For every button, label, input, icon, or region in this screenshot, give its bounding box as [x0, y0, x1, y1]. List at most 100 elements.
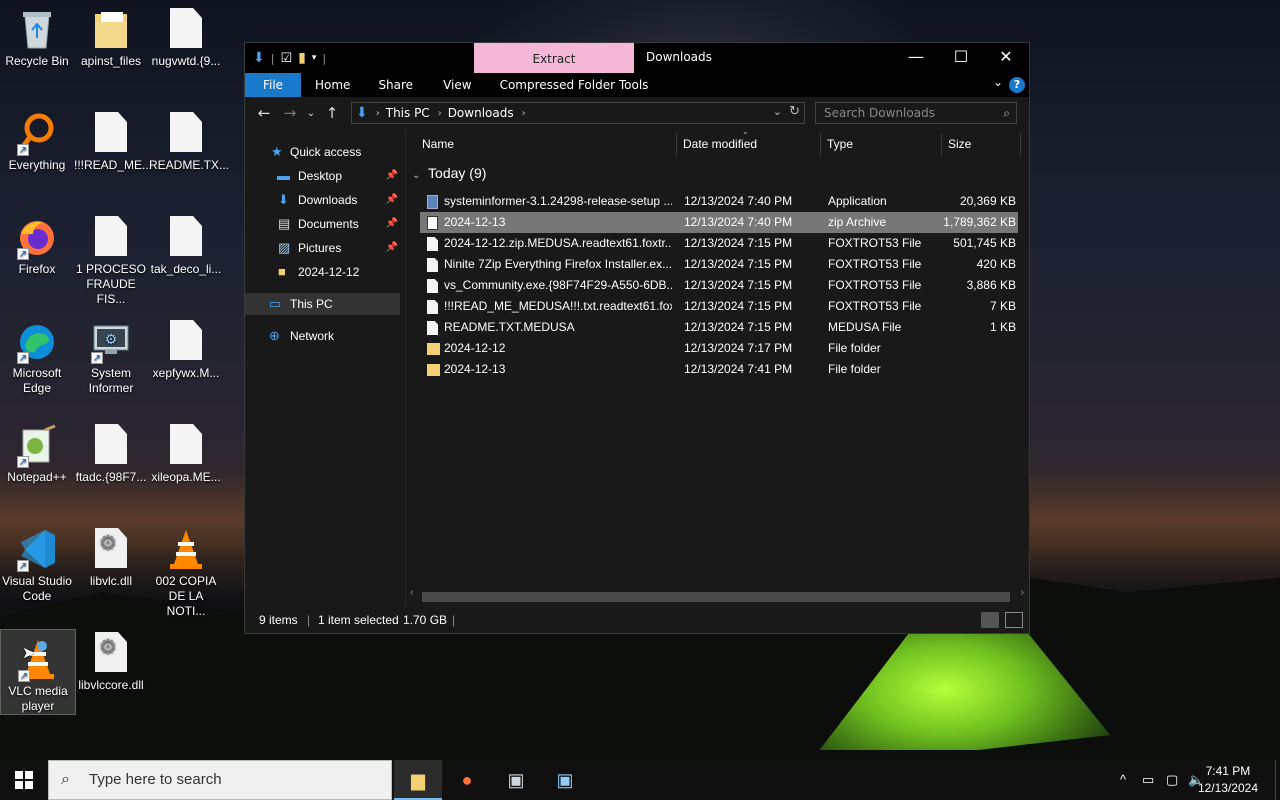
address-bar[interactable]: ⬇ › This PC › Downloads › ⌄ ↻ — [351, 102, 805, 124]
table-row[interactable]: Ninite 7Zip Everything Firefox Installer… — [420, 254, 1018, 275]
file-date-modified: 12/13/2024 7:15 PM — [684, 320, 793, 334]
help-icon[interactable]: ? — [1009, 77, 1025, 93]
file-icon — [427, 300, 438, 314]
table-row[interactable]: README.TXT.MEDUSA 12/13/2024 7:15 PM MEDUS… — [420, 317, 1018, 338]
table-row[interactable]: 2024-12-13 12/13/2024 7:41 PM File folder — [420, 359, 1018, 380]
nav-folder-2024-12-12[interactable]: ■ 2024-12-12 — [245, 261, 400, 283]
nav-documents[interactable]: ▤ Documents 📌 — [245, 213, 400, 235]
breadcrumb-this-pc[interactable]: This PC — [386, 106, 430, 120]
properties-icon[interactable]: ☑ — [280, 51, 292, 66]
taskbar-monitor-app[interactable]: ▣ — [541, 760, 589, 800]
tab-compressed-folder-tools[interactable]: Compressed Folder Tools — [488, 73, 661, 97]
desktop-icon-tak-deco[interactable]: tak_deco_li... — [149, 208, 223, 277]
desktop-icon-recycle-bin[interactable]: Recycle Bin — [0, 0, 74, 69]
breadcrumb-downloads[interactable]: Downloads — [448, 106, 514, 120]
desktop-icon-xepfywx[interactable]: xepfywx.M... — [149, 312, 223, 381]
desktop-icon-ftadc[interactable]: ftadc.{98F7... — [74, 416, 148, 485]
horizontal-scrollbar[interactable]: ‹ › — [408, 587, 1026, 603]
table-row[interactable]: systeminformer-3.1.24298-release-setup .… — [420, 191, 1018, 212]
taskbar-search-input[interactable]: ⌕ Type here to search — [48, 760, 392, 800]
desktop-icon-everything[interactable]: ↗ Everything — [0, 104, 74, 173]
blank-file-icon — [91, 216, 131, 258]
status-selected: 1 item selected — [318, 613, 399, 627]
back-button[interactable]: ← — [251, 104, 277, 122]
column-divider[interactable] — [820, 133, 821, 157]
file-date-modified: 12/13/2024 7:15 PM — [684, 278, 793, 292]
customize-chevron-icon[interactable]: ▾ — [312, 53, 317, 63]
column-divider[interactable] — [676, 133, 677, 157]
refresh-icon[interactable]: ↻ — [789, 104, 800, 119]
search-input[interactable]: Search Downloads ⌕ — [815, 102, 1017, 124]
maximize-button[interactable]: ☐ — [938, 43, 984, 73]
nav-network[interactable]: ⊕ Network — [245, 325, 400, 347]
desktop-icon-system-informer[interactable]: ⚙ ↗ System Informer — [74, 312, 148, 396]
new-folder-icon[interactable]: ▮ — [298, 50, 306, 66]
tab-file[interactable]: File — [245, 73, 301, 97]
collapse-chevron-icon[interactable]: ⌄ — [412, 170, 420, 181]
table-row[interactable]: 2024-12-12.zip.MEDUSA.readtext61.foxtr..… — [420, 233, 1018, 254]
nav-downloads[interactable]: ⬇ Downloads 📌 — [245, 189, 400, 211]
show-hidden-icons[interactable]: ^ — [1120, 760, 1126, 800]
desktop-icon-vscode[interactable]: ↗ Visual Studio Code — [0, 520, 74, 604]
close-button[interactable]: ✕ — [983, 43, 1029, 73]
nav-pictures[interactable]: ▨ Pictures 📌 — [245, 237, 400, 259]
table-row[interactable]: 2024-12-13 12/13/2024 7:40 PM zip Archive 1… — [420, 212, 1018, 233]
extract-context-tab[interactable]: Extract — [474, 43, 634, 73]
scroll-left-icon[interactable]: ‹ — [410, 587, 413, 598]
file-name: vs_Community.exe.{98F74F29-A550-6DB... — [444, 278, 672, 292]
status-item-count: 9 items — [259, 613, 298, 627]
nav-desktop[interactable]: ▬ Desktop 📌 — [245, 165, 400, 187]
taskbar-file-explorer[interactable]: ▆ — [394, 760, 442, 800]
nav-this-pc[interactable]: ▭ This PC — [245, 293, 400, 315]
tab-view[interactable]: View — [427, 73, 487, 97]
details-view-icon[interactable] — [981, 612, 999, 628]
start-button[interactable] — [0, 760, 48, 800]
desktop-icon-xileopa[interactable]: xileopa.ME... — [149, 416, 223, 485]
nav-quick-access[interactable]: ★ Quick access — [245, 141, 400, 163]
up-button[interactable]: ↑ — [319, 104, 345, 122]
file-type: FOXTROT53 File — [828, 257, 922, 271]
minimize-button[interactable]: — — [893, 43, 939, 73]
column-header-type[interactable]: Type — [827, 133, 853, 155]
desktop-icon-proceso-fraude[interactable]: 1 PROCESO FRAUDE FIS... — [74, 208, 148, 307]
desktop-icon-copia-noti[interactable]: 002 COPIA DE LA NOTI... — [149, 520, 223, 619]
expand-ribbon-chevron-icon[interactable]: ⌄ — [993, 75, 1003, 89]
shortcut-arrow-icon: ↗ — [17, 144, 29, 156]
file-explorer-window[interactable]: ⬇ | ☑ ▮ ▾ | Extract Downloads — ☐ ✕ File… — [244, 42, 1030, 634]
system-clock[interactable]: 7:41 PM 12/13/2024 — [1198, 763, 1258, 797]
column-header-name[interactable]: Name — [422, 133, 454, 155]
taskbar-firefox[interactable]: ● — [443, 760, 491, 800]
desktop-icon-vlc[interactable]: ↗ VLC media player — [0, 629, 76, 715]
desktop-icon-readme-txt[interactable]: README.TX... — [149, 104, 229, 173]
scroll-right-icon[interactable]: › — [1021, 587, 1024, 598]
desktop-icon-nugvwtd[interactable]: nugvwtd.{9... — [149, 0, 223, 69]
desktop-icon-apinst-files[interactable]: apinst_files — [74, 0, 148, 69]
desktop-icon-libvlccore[interactable]: libvlccore.dll — [74, 624, 148, 693]
large-icons-view-icon[interactable] — [1005, 612, 1023, 628]
desktop-icon-libvlc[interactable]: libvlc.dll — [74, 520, 148, 589]
desktop-icon-notepad-plus-plus[interactable]: ↗ Notepad++ — [0, 416, 74, 485]
tab-share[interactable]: Share — [364, 73, 427, 97]
scrollbar-thumb[interactable] — [422, 592, 1010, 602]
forward-button[interactable]: → — [277, 104, 303, 122]
taskbar-system-informer[interactable]: ▣ — [492, 760, 540, 800]
table-row[interactable]: 2024-12-12 12/13/2024 7:17 PM File folder — [420, 338, 1018, 359]
tray-device-icon[interactable]: ▭ — [1142, 760, 1154, 800]
table-row[interactable]: !!!READ_ME_MEDUSA!!!.txt.readtext61.fox.… — [420, 296, 1018, 317]
desktop-icon-firefox[interactable]: ↗ Firefox — [0, 208, 74, 277]
table-row[interactable]: vs_Community.exe.{98F74F29-A550-6DB... 12… — [420, 275, 1018, 296]
desktop-icon-edge[interactable]: ↗ Microsoft Edge — [0, 312, 74, 396]
column-header-date-modified[interactable]: Date modified — [683, 133, 757, 155]
desktop-icon-read-me[interactable]: !!!READ_ME... — [74, 104, 152, 173]
tab-home[interactable]: Home — [301, 73, 364, 97]
ribbon-tabs: File Home Share View Compressed Folder T… — [245, 73, 1029, 97]
network-icon[interactable]: ▢ — [1166, 760, 1178, 800]
group-header[interactable]: ⌄ Today (9) — [412, 165, 486, 181]
address-dropdown-icon[interactable]: ⌄ — [773, 105, 782, 118]
search-icon: ⌕ — [61, 771, 70, 788]
column-divider[interactable] — [1020, 133, 1021, 157]
recent-locations-icon[interactable]: ⌄ — [303, 108, 319, 119]
column-header-size[interactable]: Size — [948, 133, 971, 155]
column-divider[interactable] — [941, 133, 942, 157]
show-desktop-button[interactable] — [1275, 760, 1280, 800]
